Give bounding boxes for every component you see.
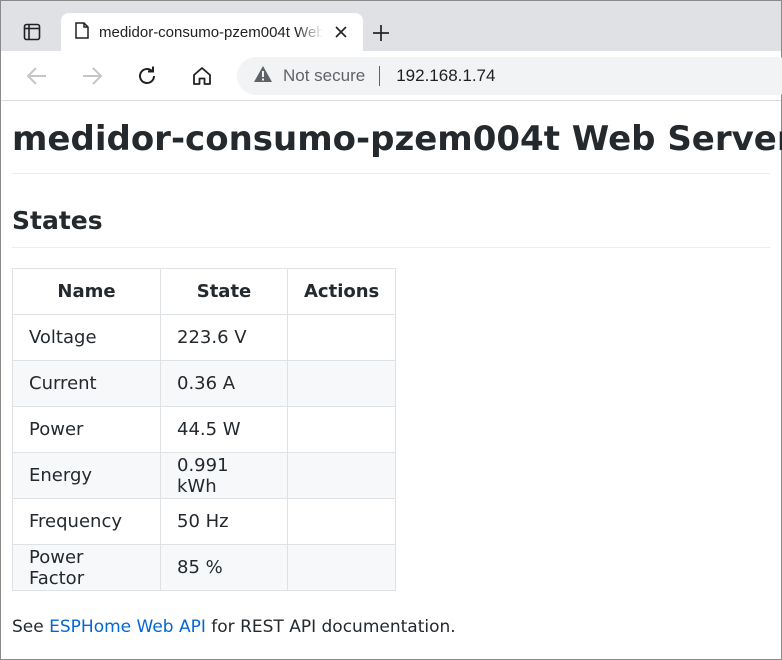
page-title: medidor-consumo-pzem004t Web Server: [12, 119, 782, 174]
esphome-web-api-link[interactable]: ESPHome Web API: [49, 617, 206, 637]
row-actions: [286, 360, 397, 407]
address-bar[interactable]: Not secure 192.168.1.74: [237, 57, 782, 95]
row-state: 85 %: [160, 544, 288, 591]
row-actions: [286, 406, 397, 453]
row-actions: [286, 544, 397, 591]
separator: [379, 66, 381, 86]
warning-icon[interactable]: [253, 65, 273, 88]
home-icon[interactable]: [187, 61, 217, 91]
states-table: Name State Actions Voltage 223.6 V Curre…: [12, 268, 397, 591]
tab-actions-icon[interactable]: [15, 15, 49, 49]
table-row: Voltage 223.6 V: [12, 314, 397, 361]
row-name: Current: [12, 360, 161, 407]
row-state: 0.991 kWh: [160, 452, 288, 499]
footer-prefix: See: [12, 617, 50, 637]
reload-icon[interactable]: [132, 61, 162, 91]
footer-text: See ESPHome Web API for REST API documen…: [12, 617, 770, 637]
url-text[interactable]: 192.168.1.74: [396, 66, 495, 86]
header-state: State: [160, 268, 288, 315]
page-content: medidor-consumo-pzem004t Web Server Stat…: [1, 119, 782, 637]
row-name: Frequency: [12, 498, 161, 545]
browser-toolbar: Not secure 192.168.1.74: [1, 51, 782, 101]
table-row: Power Factor 85 %: [12, 544, 397, 591]
row-state: 44.5 W: [160, 406, 288, 453]
row-name: Power Factor: [12, 544, 161, 591]
table-header-row: Name State Actions: [12, 268, 397, 315]
tab-strip: medidor-consumo-pzem004t Web Server: [1, 1, 781, 51]
states-heading: States: [12, 206, 770, 248]
row-name: Power: [12, 406, 161, 453]
row-actions: [286, 452, 397, 499]
row-actions: [286, 498, 397, 545]
row-actions: [286, 314, 397, 361]
row-name: Voltage: [12, 314, 161, 361]
row-state: 0.36 A: [160, 360, 288, 407]
back-arrow-icon[interactable]: [22, 61, 52, 91]
row-state: 223.6 V: [160, 314, 288, 361]
table-row: Energy 0.991 kWh: [12, 452, 397, 499]
forward-arrow-icon[interactable]: [77, 61, 107, 91]
header-name: Name: [12, 268, 161, 315]
table-row: Current 0.36 A: [12, 360, 397, 407]
plus-icon[interactable]: [367, 19, 395, 47]
close-icon[interactable]: [331, 22, 351, 42]
tab-title: medidor-consumo-pzem004t Web Server: [99, 23, 323, 41]
document-icon: [75, 21, 89, 43]
table-row: Power 44.5 W: [12, 406, 397, 453]
table-row: Frequency 50 Hz: [12, 498, 397, 545]
header-actions: Actions: [286, 268, 397, 315]
security-label[interactable]: Not secure: [283, 66, 365, 86]
footer-suffix: for REST API documentation.: [205, 617, 456, 637]
row-name: Energy: [12, 452, 161, 499]
browser-tab[interactable]: medidor-consumo-pzem004t Web Server: [61, 13, 363, 51]
row-state: 50 Hz: [160, 498, 288, 545]
